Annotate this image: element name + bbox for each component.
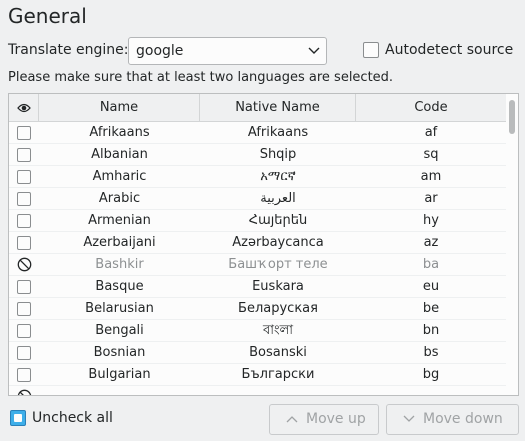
language-name: Bulgarian [88,367,151,382]
language-native-name: Bosanski [249,345,307,360]
row-checkbox[interactable] [17,213,31,228]
language-name: Armenian [88,213,151,228]
language-name: Afrikaans [89,125,150,140]
chevron-up-icon [286,416,298,423]
move-down-button[interactable]: Move down [386,404,519,435]
engine-selected-value: google [136,43,184,59]
table-row[interactable]: Arabic العربية ar [9,188,506,210]
row-checkbox[interactable] [17,125,31,140]
table-row[interactable]: Azerbaijani Azərbaycanca az [9,232,506,254]
engine-row: Translate engine: google Autodetect sour… [8,37,518,65]
row-checkbox[interactable] [17,301,31,316]
language-code: bg [422,367,440,382]
language-name: Azerbaijani [83,235,156,250]
row-checkbox[interactable] [17,191,31,206]
header-name[interactable]: Name [39,94,200,122]
language-name: Belarusian [85,301,154,316]
row-checkbox[interactable] [17,279,31,294]
table-row[interactable]: Basque Euskara eu [9,276,506,298]
table-row[interactable]: Albanian Shqip sq [9,144,506,166]
section-title: General [8,4,87,28]
language-code: az [423,235,439,250]
language-name: Albanian [91,147,148,162]
table-row[interactable]: Bosnian Bosanski bs [9,342,506,364]
language-name: Arabic [98,191,141,206]
eye-icon [17,103,31,113]
language-code: ar [424,191,438,206]
chevron-down-icon [308,47,320,54]
language-name: Bosnian [93,345,146,360]
header-native-name[interactable]: Native Name [200,94,356,122]
table-row-partial[interactable] [9,386,506,395]
row-checkbox[interactable] [17,147,31,162]
language-code: sq [423,147,439,162]
language-native-name: Башҡорт теле [228,257,328,272]
language-code: am [420,169,442,184]
chevron-down-icon [403,415,415,422]
language-code: af [424,125,438,140]
table-header: Name Native Name Code [9,94,506,122]
header-code[interactable]: Code [356,94,506,122]
language-native-name: Български [241,367,315,382]
table-row[interactable]: Belarusian Беларуская be [9,298,506,320]
row-checkbox[interactable] [17,345,31,360]
autodetect-check-box[interactable] [363,42,379,58]
language-native-name: বাংলা [262,323,294,338]
language-code: bs [423,345,439,360]
language-code: bn [422,323,440,338]
row-checkbox[interactable] [17,169,31,184]
row-checkbox[interactable] [17,323,31,338]
row-checkbox[interactable] [17,235,31,250]
disabled-icon [17,389,32,395]
language-native-name: Euskara [252,279,304,294]
language-code: ba [422,257,440,272]
language-native-name: Azərbaycanca [232,235,324,250]
language-native-name: አማርኛ [260,169,296,184]
table-row[interactable]: Bulgarian Български bg [9,364,506,386]
language-native-name: Shqip [259,147,297,162]
scrollbar-thumb[interactable] [509,100,515,134]
table-row[interactable]: Amharic አማርኛ am [9,166,506,188]
header-visibility[interactable] [9,94,39,122]
language-name: Amharic [92,169,147,184]
table-row[interactable]: Armenian Հայերեն hy [9,210,506,232]
selection-hint: Please make sure that at least two langu… [8,70,394,85]
language-code: eu [422,279,440,294]
row-checkbox[interactable] [17,367,31,382]
language-code: be [422,301,440,316]
uncheck-all-check-box[interactable] [10,410,26,426]
move-down-label: Move down [423,411,503,427]
disabled-icon [17,257,32,272]
language-table: Name Native Name Code Afrikaans Afrikaans… [8,93,519,396]
move-up-label: Move up [306,411,366,427]
engine-dropdown[interactable]: google [128,37,327,65]
language-name: Bengali [95,323,144,338]
engine-label: Translate engine: [8,42,129,58]
table-scrollbar[interactable] [506,94,518,395]
language-name: Bashkir [95,257,144,272]
language-native-name: Afrikaans [247,125,309,140]
table-row[interactable]: Afrikaans Afrikaans af [9,122,506,144]
language-name: Basque [95,279,144,294]
table-row[interactable]: Bengali বাংলা bn [9,320,506,342]
move-up-button[interactable]: Move up [269,404,379,435]
language-native-name: Беларуская [238,301,318,316]
table-body: Afrikaans Afrikaans af Albanian Shqip sq Amhar… [9,122,506,395]
language-code: hy [423,213,439,228]
uncheck-all-label: Uncheck all [32,410,113,426]
autodetect-label: Autodetect source [385,42,514,58]
table-row[interactable]: Bashkir Башҡорт теле ba [9,254,506,276]
language-native-name: العربية [260,191,296,206]
language-native-name: Հայերեն [248,213,308,228]
